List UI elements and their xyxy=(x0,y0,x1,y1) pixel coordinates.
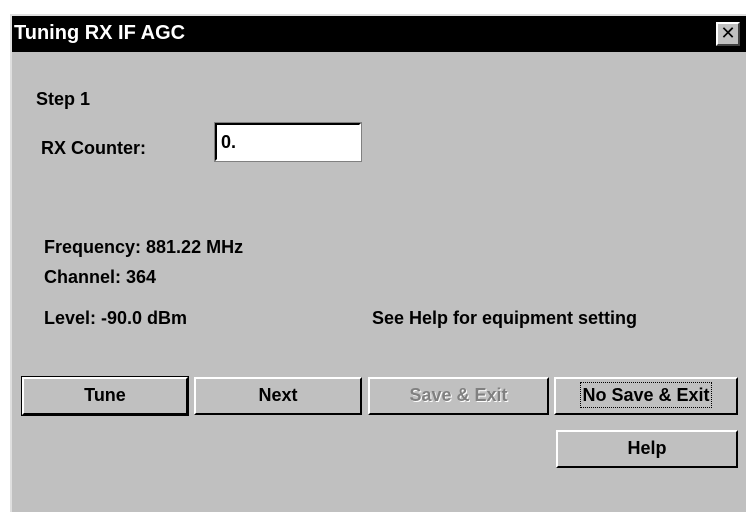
channel-text: Channel: 364 xyxy=(44,267,157,287)
rx-counter-input[interactable] xyxy=(214,122,362,162)
save-exit-button-label: Save & Exit xyxy=(409,385,508,405)
tune-button-label: Tune xyxy=(84,385,126,405)
no-save-exit-button[interactable]: No Save & Exit xyxy=(554,377,738,415)
help-button[interactable]: Help xyxy=(556,430,738,468)
no-save-exit-button-label: No Save & Exit xyxy=(580,382,712,408)
window-title: Tuning RX IF AGC xyxy=(14,22,186,44)
close-button[interactable]: ✕ xyxy=(716,22,740,46)
tune-button[interactable]: Tune xyxy=(21,376,189,416)
close-icon: ✕ xyxy=(720,23,736,43)
tuning-dialog: Tuning RX IF AGC ✕ Step 1 RX Counter: Fr… xyxy=(10,14,746,512)
rx-counter-label: RX Counter: xyxy=(41,138,146,158)
level-text: Level: -90.0 dBm xyxy=(44,308,188,328)
title-bar: Tuning RX IF AGC ✕ xyxy=(12,16,746,52)
help-note-text: See Help for equipment setting xyxy=(372,308,638,328)
next-button[interactable]: Next xyxy=(194,377,362,415)
next-button-label: Next xyxy=(258,385,298,405)
save-exit-button[interactable]: Save & Exit xyxy=(368,377,549,415)
step-label: Step 1 xyxy=(36,89,91,109)
frequency-text: Frequency: 881.22 MHz xyxy=(44,237,244,257)
help-button-label: Help xyxy=(627,438,667,458)
